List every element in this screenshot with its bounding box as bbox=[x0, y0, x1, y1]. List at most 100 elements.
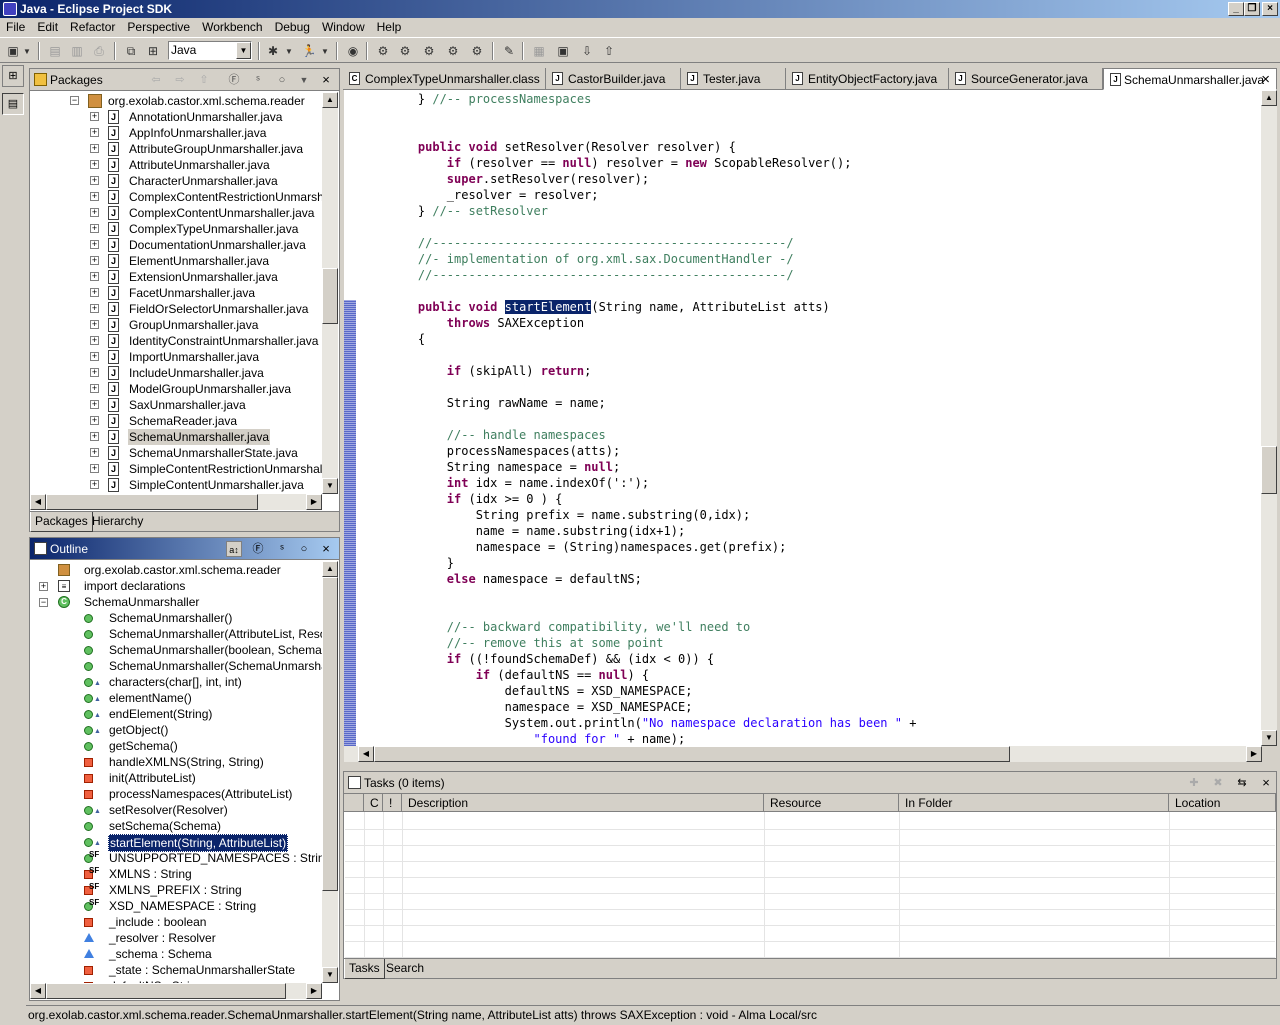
outline-item[interactable]: − C SchemaUnmarshaller bbox=[30, 594, 322, 610]
tab-sourcegenerator[interactable]: J SourceGenerator.java bbox=[949, 68, 1103, 90]
scroll-left-button[interactable]: ◀ bbox=[358, 746, 374, 762]
expand-icon[interactable]: + bbox=[90, 240, 99, 249]
outline-item[interactable]: ▲ startElement(String, AttributeList) bbox=[30, 834, 322, 852]
filter-fields-icon[interactable]: Ⓕ bbox=[226, 72, 242, 88]
tab-complextypeunmarshaller-class[interactable]: C ComplexTypeUnmarshaller.class bbox=[343, 68, 546, 90]
outline-item[interactable]: SchemaUnmarshaller(boolean, SchemaUnma bbox=[30, 642, 322, 658]
filter-tasks-icon[interactable]: ⇆ bbox=[1234, 775, 1250, 791]
expand-icon[interactable]: + bbox=[90, 432, 99, 441]
minimize-button[interactable]: _ bbox=[1228, 2, 1244, 16]
outline-item[interactable]: ▲ setResolver(Resolver) bbox=[30, 802, 322, 818]
packages-vscrollbar[interactable]: ▲ ▼ bbox=[322, 92, 338, 494]
col-header-in-folder[interactable]: In Folder bbox=[899, 794, 1169, 812]
menu-edit[interactable]: Edit bbox=[31, 18, 64, 37]
col-header-description[interactable]: Description bbox=[402, 794, 764, 812]
outline-item[interactable]: SF XMLNS_PREFIX : String bbox=[30, 882, 322, 898]
menu-refactor[interactable]: Refactor bbox=[64, 18, 121, 37]
scroll-up-button[interactable]: ▲ bbox=[322, 92, 338, 108]
tab-entityobjectfactory[interactable]: J EntityObjectFactory.java bbox=[786, 68, 949, 90]
outline-item[interactable]: getSchema() bbox=[30, 738, 322, 754]
expand-icon[interactable]: + bbox=[90, 480, 99, 489]
expand-icon[interactable]: + bbox=[90, 368, 99, 377]
outline-hscrollbar[interactable]: ◀ ▶ bbox=[30, 983, 322, 999]
expand-icon[interactable]: + bbox=[90, 400, 99, 409]
new-class-icon[interactable]: ⚙ bbox=[420, 42, 438, 60]
expand-icon[interactable]: + bbox=[90, 336, 99, 345]
menu-workbench[interactable]: Workbench bbox=[196, 18, 268, 37]
expand-icon[interactable]: + bbox=[90, 160, 99, 169]
open-type-icon[interactable]: ⧉ bbox=[122, 42, 140, 60]
tab-schemaunmarshaller[interactable]: J SchemaUnmarshaller.java × bbox=[1103, 68, 1277, 90]
new-project-icon[interactable]: ⚙ bbox=[374, 42, 392, 60]
outline-item[interactable]: SF UNSUPPORTED_NAMESPACES : String[] bbox=[30, 850, 322, 866]
outline-item[interactable]: ▲ elementName() bbox=[30, 690, 322, 706]
expand-icon[interactable]: + bbox=[90, 448, 99, 457]
outline-vscrollbar[interactable]: ▲ ▼ bbox=[322, 561, 338, 983]
scroll-thumb[interactable] bbox=[374, 746, 1010, 762]
menu-debug[interactable]: Debug bbox=[269, 18, 316, 37]
resource-perspective-icon[interactable]: ⊞ bbox=[2, 65, 24, 87]
up-arrow-icon[interactable]: ⇧ bbox=[196, 72, 212, 88]
expand-icon[interactable]: + bbox=[90, 384, 99, 393]
code-editor[interactable]: } //-- processNamespaces public void set… bbox=[344, 90, 1262, 746]
new-dropdown-icon[interactable]: ▼ bbox=[22, 42, 32, 60]
open-external-icon[interactable]: ✎ bbox=[500, 42, 518, 60]
forward-arrow-icon[interactable]: ⇨ bbox=[172, 72, 188, 88]
editor-ruler[interactable] bbox=[344, 90, 358, 746]
outline-item[interactable]: + ≡ import declarations bbox=[30, 578, 322, 594]
hide-static-icon[interactable]: ˢ bbox=[274, 541, 290, 557]
view-menu-icon[interactable]: ▼ bbox=[296, 72, 312, 88]
tab-hierarchy[interactable]: Hierarchy bbox=[88, 512, 147, 532]
close-view-icon[interactable]: × bbox=[1258, 775, 1274, 791]
editor-hscrollbar[interactable]: ◀ ▶ bbox=[344, 746, 1262, 762]
outline-item[interactable]: SF XMLNS : String bbox=[30, 866, 322, 882]
delete-task-icon[interactable]: ✖ bbox=[1210, 775, 1226, 791]
outline-item[interactable]: SF XSD_NAMESPACE : String bbox=[30, 898, 322, 914]
outline-item[interactable]: ▲ getObject() bbox=[30, 722, 322, 738]
scroll-thumb[interactable] bbox=[1261, 446, 1277, 494]
run-dropdown-icon[interactable]: ▼ bbox=[320, 42, 330, 60]
col-header-completed[interactable]: C bbox=[364, 794, 383, 812]
outline-item[interactable]: ▲ characters(char[], int, int) bbox=[30, 674, 322, 690]
expand-icon[interactable]: + bbox=[90, 128, 99, 137]
scroll-up-button[interactable]: ▲ bbox=[322, 561, 338, 577]
collapse-icon[interactable]: − bbox=[70, 96, 79, 105]
menu-perspective[interactable]: Perspective bbox=[121, 18, 196, 37]
new-interface-icon[interactable]: ⚙ bbox=[444, 42, 462, 60]
tab-tester[interactable]: J Tester.java bbox=[681, 68, 786, 90]
tab-packages[interactable]: Packages bbox=[30, 512, 93, 532]
expand-icon[interactable]: + bbox=[90, 256, 99, 265]
expand-icon[interactable]: + bbox=[90, 304, 99, 313]
show-tooltip-icon[interactable]: ▣ bbox=[554, 42, 572, 60]
next-problem-icon[interactable]: ⇩ bbox=[578, 42, 596, 60]
filter-public-icon[interactable]: ○ bbox=[274, 72, 290, 88]
tab-search[interactable]: Search bbox=[382, 959, 428, 979]
editor-vscrollbar[interactable]: ▲ ▼ bbox=[1261, 90, 1277, 746]
new-task-icon[interactable]: ✚ bbox=[1186, 775, 1202, 791]
open-perspective-icon[interactable]: ⊞ bbox=[144, 42, 162, 60]
expand-icon[interactable]: + bbox=[90, 224, 99, 233]
outline-item[interactable]: ▲ endElement(String) bbox=[30, 706, 322, 722]
outline-item[interactable]: processNamespaces(AttributeList) bbox=[30, 786, 322, 802]
outline-item[interactable]: init(AttributeList) bbox=[30, 770, 322, 786]
col-header-priority[interactable]: ! bbox=[383, 794, 402, 812]
debug-icon[interactable]: ✱ bbox=[264, 42, 282, 60]
outline-item[interactable]: org.exolab.castor.xml.schema.reader bbox=[30, 562, 322, 578]
maximize-button[interactable]: ❐ bbox=[1244, 2, 1260, 16]
scroll-right-button[interactable]: ▶ bbox=[306, 983, 322, 999]
col-header-location[interactable]: Location bbox=[1169, 794, 1276, 812]
expand-icon[interactable]: + bbox=[90, 464, 99, 473]
outline-item[interactable]: _include : boolean bbox=[30, 914, 322, 930]
scroll-thumb[interactable] bbox=[322, 268, 338, 324]
col-header-resource[interactable]: Resource bbox=[764, 794, 899, 812]
menu-help[interactable]: Help bbox=[371, 18, 408, 37]
menu-file[interactable]: File bbox=[0, 18, 31, 37]
expand-icon[interactable]: + bbox=[90, 192, 99, 201]
outline-item[interactable]: handleXMLNS(String, String) bbox=[30, 754, 322, 770]
close-view-icon[interactable]: × bbox=[318, 541, 334, 557]
scroll-thumb[interactable] bbox=[46, 983, 286, 999]
debug-dropdown-icon[interactable]: ▼ bbox=[284, 42, 294, 60]
perspective-select[interactable]: Java ▼ bbox=[168, 41, 252, 60]
outline-item[interactable]: SchemaUnmarshaller() bbox=[30, 610, 322, 626]
java-perspective-icon[interactable]: ▤ bbox=[2, 93, 24, 115]
